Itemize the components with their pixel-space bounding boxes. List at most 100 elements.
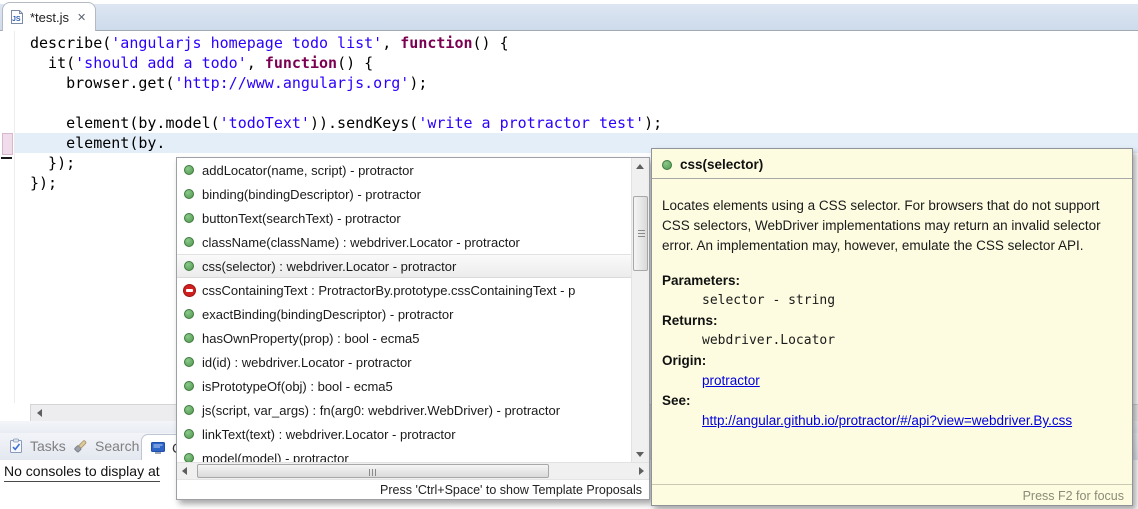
completion-item[interactable]: model(model) - protractor	[177, 446, 632, 462]
completion-item[interactable]: css(selector) : webdriver.Locator - prot…	[177, 254, 632, 278]
completion-item-label: exactBinding(bindingDescriptor) - protra…	[202, 307, 453, 322]
completion-list[interactable]: addLocator(name, script) - protractor bin…	[177, 158, 632, 462]
change-indicator	[2, 133, 13, 155]
code-line[interactable]: browser.get('http://www.angularjs.org');	[15, 73, 1138, 93]
public-method-icon	[182, 429, 196, 439]
svg-text:JS: JS	[12, 16, 21, 23]
public-method-icon	[182, 189, 196, 199]
completion-statusbar: Press 'Ctrl+Space' to show Template Prop…	[177, 479, 649, 499]
code-token: });	[30, 174, 57, 192]
public-method-icon	[182, 309, 196, 319]
keyword-token: function	[400, 34, 472, 52]
string-token: 'angularjs homepage todo list'	[111, 34, 382, 52]
completion-item-label: cssContainingText : ProtractorBy.prototy…	[202, 283, 575, 298]
completion-item-label: linkText(text) : webdriver.Locator - pro…	[202, 427, 456, 442]
js-file-icon: JS	[10, 9, 24, 25]
scroll-left-arrow-icon[interactable]	[37, 409, 42, 417]
code-token: element(by.model(	[30, 114, 220, 132]
doc-footer-text: Press F2 for focus	[1023, 489, 1124, 503]
code-line[interactable]	[15, 93, 1138, 113]
completion-item[interactable]: linkText(text) : webdriver.Locator - pro…	[177, 422, 632, 446]
doc-popup: css(selector) Locates elements using a C…	[651, 148, 1133, 506]
public-method-icon	[182, 213, 196, 223]
completion-item-label: hasOwnProperty(prop) : bool - ecma5	[202, 331, 419, 346]
code-token: describe(	[30, 34, 111, 52]
public-method-icon	[182, 333, 196, 343]
code-token: )).sendKeys(	[310, 114, 418, 132]
doc-section-value: selector - string	[662, 291, 1122, 311]
tasks-icon	[8, 438, 24, 454]
doc-section-label: See:	[662, 391, 1122, 411]
completion-item[interactable]: buttonText(searchText) - protractor	[177, 206, 632, 230]
string-token: 'http://www.angularjs.org'	[175, 74, 410, 92]
vscroll-thumb[interactable]	[633, 196, 648, 271]
scroll-down-button[interactable]	[632, 445, 649, 462]
completion-popup: addLocator(name, script) - protractor bin…	[176, 157, 650, 500]
tab-tasks[interactable]: Tasks	[8, 433, 66, 459]
code-token: ,	[382, 34, 400, 52]
tab-title: *test.js	[30, 10, 69, 25]
completion-item[interactable]: addLocator(name, script) - protractor	[177, 158, 632, 182]
completion-item-label: id(id) : webdriver.Locator - protractor	[202, 355, 412, 370]
string-token: 'todoText'	[220, 114, 310, 132]
tab-bar-band	[0, 4, 1138, 31]
code-token: });	[30, 154, 75, 172]
completion-item[interactable]: isPrototypeOf(obj) : bool - ecma5	[177, 374, 632, 398]
completion-item[interactable]: binding(bindingDescriptor) - protractor	[177, 182, 632, 206]
tab-search[interactable]: Search	[72, 433, 139, 459]
completion-item[interactable]: id(id) : webdriver.Locator - protractor	[177, 350, 632, 374]
doc-title: css(selector)	[680, 157, 763, 172]
completion-item-label: css(selector) : webdriver.Locator - prot…	[202, 259, 456, 274]
completion-item[interactable]: className(className) : webdriver.Locator…	[177, 230, 632, 254]
doc-section-value: protractor	[662, 371, 1122, 391]
completion-item[interactable]: cssContainingText : ProtractorBy.prototy…	[177, 278, 632, 302]
code-line[interactable]: describe('angularjs homepage todo list',…	[15, 33, 1138, 53]
editor-tab-bar: JS *test.js ✕	[0, 0, 1138, 31]
code-line[interactable]: element(by.model('todoText')).sendKeys('…	[15, 113, 1138, 133]
tab-close-icon[interactable]: ✕	[75, 11, 86, 24]
doc-section-value: http://angular.github.io/protractor/#/ap…	[662, 411, 1122, 431]
doc-separator	[652, 178, 1132, 179]
completion-item-label: binding(bindingDescriptor) - protractor	[202, 187, 421, 202]
editor-tab-testjs[interactable]: JS *test.js ✕	[2, 2, 96, 31]
completion-item[interactable]: exactBinding(bindingDescriptor) - protra…	[177, 302, 632, 326]
completion-hscrollbar[interactable]	[177, 462, 649, 480]
public-method-icon	[182, 261, 196, 271]
completion-status-text: Press 'Ctrl+Space' to show Template Prop…	[380, 483, 642, 497]
code-token: element(by.	[30, 134, 165, 152]
doc-section-label: Parameters:	[662, 271, 1122, 291]
code-token: );	[644, 114, 662, 132]
private-member-icon	[182, 284, 196, 297]
completion-item[interactable]: js(script, var_args) : fn(arg0: webdrive…	[177, 398, 632, 422]
public-method-icon	[182, 381, 196, 391]
doc-header: css(selector)	[652, 149, 1132, 178]
code-line[interactable]: it('should add a todo', function() {	[15, 53, 1138, 73]
hscroll-thumb[interactable]	[197, 464, 549, 478]
thumb-grip	[369, 469, 376, 476]
scroll-left-arrow-icon[interactable]	[182, 467, 187, 475]
doc-section-label: Returns:	[662, 311, 1122, 331]
search-icon	[72, 438, 89, 454]
completion-vscrollbar[interactable]	[631, 158, 649, 462]
scroll-up-button[interactable]	[632, 158, 649, 175]
annotation-ruler[interactable]	[0, 31, 15, 403]
public-method-icon	[182, 357, 196, 367]
completion-item[interactable]: hasOwnProperty(prop) : bool - ecma5	[177, 326, 632, 350]
completion-item-label: isPrototypeOf(obj) : bool - ecma5	[202, 379, 393, 394]
doc-link[interactable]: protractor	[702, 373, 760, 388]
code-token: browser.get(	[30, 74, 175, 92]
scroll-right-arrow-icon[interactable]	[639, 467, 644, 475]
doc-link[interactable]: http://angular.github.io/protractor/#/ap…	[702, 413, 1072, 428]
completion-item-label: js(script, var_args) : fn(arg0: webdrive…	[202, 403, 560, 418]
doc-sections: Parameters:selector - stringReturns:webd…	[662, 271, 1122, 431]
code-token: ,	[247, 54, 265, 72]
completion-item-label: model(model) - protractor	[202, 451, 349, 463]
public-method-icon	[662, 160, 672, 170]
doc-section-value: webdriver.Locator	[662, 331, 1122, 351]
scroll-up-arrow-icon	[636, 164, 644, 169]
public-method-icon	[182, 453, 196, 462]
string-token: 'write a protractor test'	[418, 114, 644, 132]
code-token: () {	[473, 34, 509, 52]
public-method-icon	[182, 405, 196, 415]
code-token: () {	[337, 54, 373, 72]
